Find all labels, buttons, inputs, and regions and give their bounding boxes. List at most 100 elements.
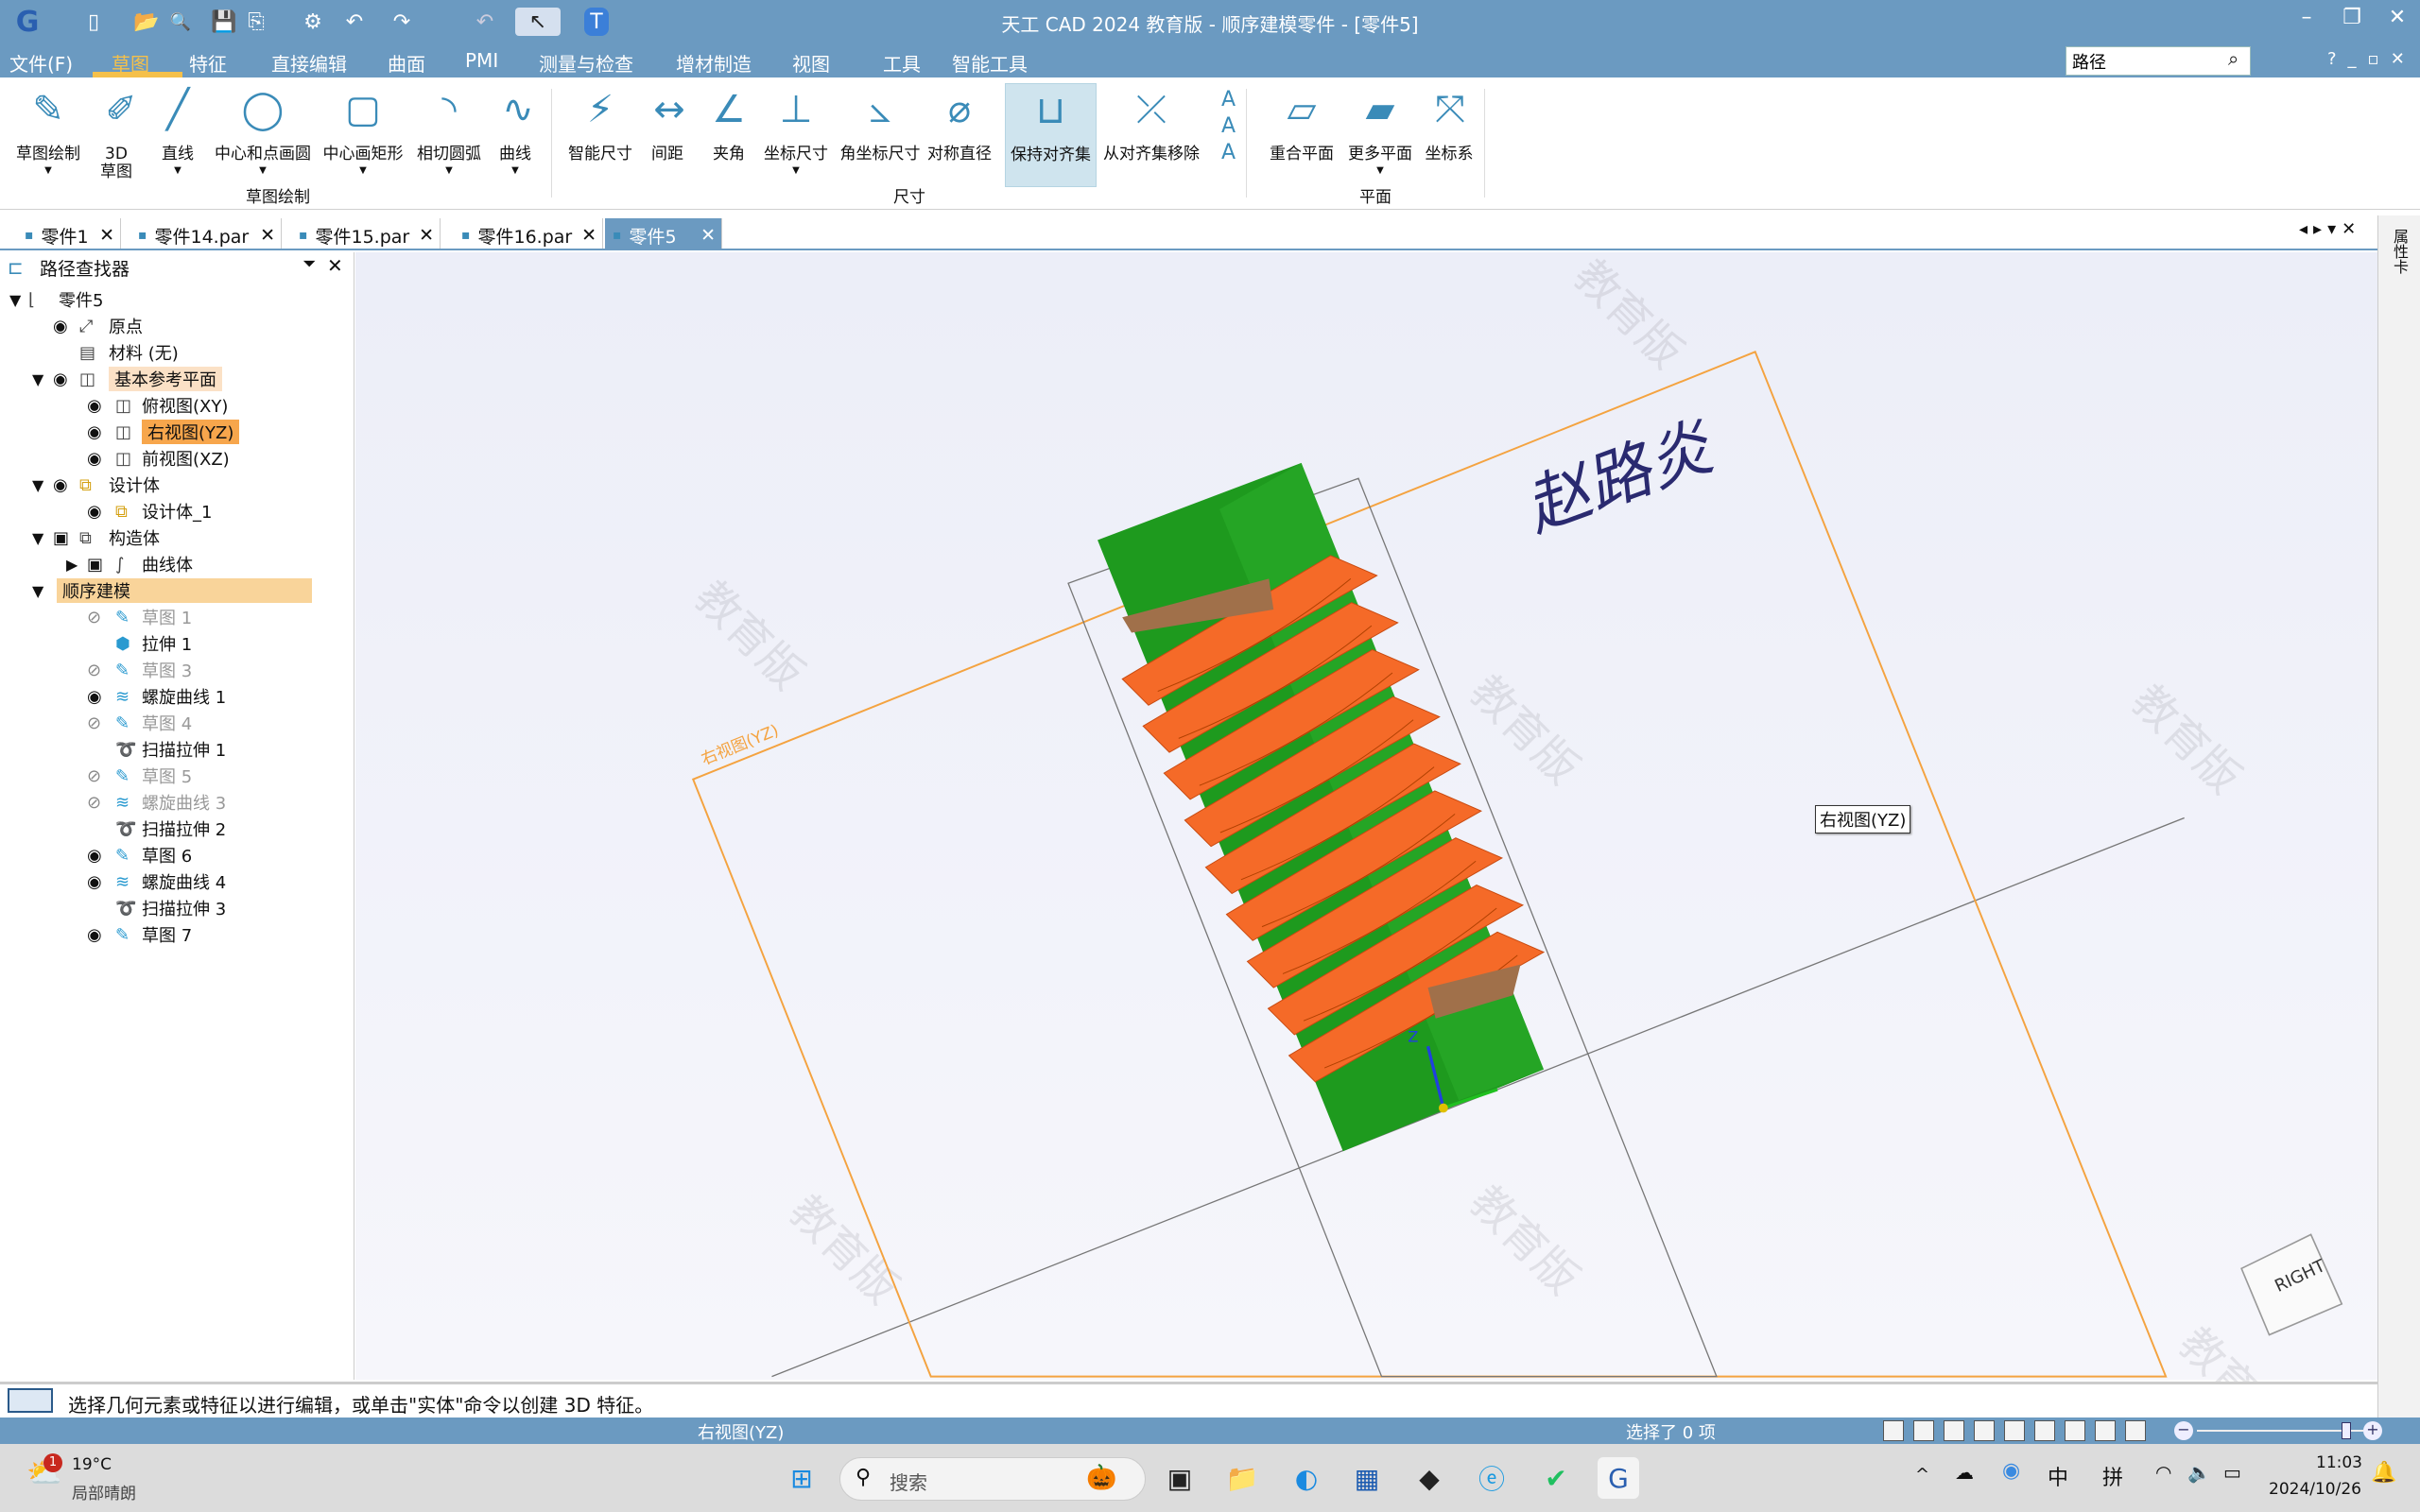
expander-open-icon[interactable]: ▼ <box>32 476 43 494</box>
restore-button[interactable]: ❐ <box>2333 6 2371 29</box>
tab-close-icon[interactable]: ✕ <box>419 225 434 246</box>
tab-close-icon[interactable]: ✕ <box>700 225 716 246</box>
store-icon[interactable]: ▦ <box>1346 1457 1388 1499</box>
eye-icon[interactable]: ◉ <box>87 872 102 892</box>
clock-time[interactable]: 11:03 <box>2316 1453 2362 1472</box>
view-tool-button[interactable] <box>1974 1420 1995 1441</box>
tab-2[interactable]: ▪ 零件15.par ✕ <box>291 218 441 249</box>
zoom-slider-thumb[interactable] <box>2342 1422 2352 1439</box>
ribbon-button-keep-alignment[interactable]: ⊔ 保持对齐集 <box>1005 83 1097 187</box>
tree-item[interactable]: ◉ ≋ 螺旋曲线 4 <box>0 868 350 895</box>
ribbon-button-symmetric-diameter[interactable]: ⌀ 对称直径 <box>926 83 993 163</box>
view-tool-button[interactable] <box>2065 1420 2085 1441</box>
ribbon-button-distance[interactable]: ↔ 间距 <box>643 83 692 163</box>
tree-item[interactable]: ▼ ◉ ◫ 基本参考平面 <box>0 366 350 392</box>
eye-hidden-icon[interactable]: ⊘ <box>87 713 101 733</box>
ime-pinyin[interactable]: 拼 <box>2102 1461 2123 1491</box>
tab-3[interactable]: ▪ 零件16.par ✕ <box>454 218 603 249</box>
tree-item[interactable]: ◉ ✎ 草图 6 <box>0 842 350 868</box>
eye-icon[interactable]: ◉ <box>87 846 102 866</box>
tree-item[interactable]: ⊘ ✎ 草图 4 <box>0 710 350 736</box>
ribbon-button-angular-coordinate[interactable]: ⦣ 角坐标尺寸 <box>838 83 923 163</box>
ribbon-button-angle[interactable]: ∠ 夹角 <box>700 83 758 163</box>
ribbon-button-coincident-plane[interactable]: ▱ 重合平面 <box>1267 83 1337 163</box>
tree-item[interactable]: ▼ 顺序建模 <box>0 577 350 604</box>
tree-item[interactable]: ◉ ◫ 右视图(YZ) <box>0 419 350 445</box>
menu-6[interactable]: 测量与检查 <box>539 49 633 77</box>
ribbon-button-remove-alignment[interactable]: ⤫ 从对齐集移除 <box>1098 83 1204 163</box>
property-card-tab[interactable]: 属性卡 <box>2388 229 2411 274</box>
tree-item[interactable]: ▼ ⌊ 零件5 <box>0 286 350 313</box>
eye-icon[interactable]: ◉ <box>87 687 102 707</box>
menu-7[interactable]: 增材制造 <box>676 49 752 77</box>
tree-item[interactable]: ◉ ◫ 俯视图(XY) <box>0 392 350 419</box>
view-tool-button[interactable] <box>2034 1420 2055 1441</box>
tree-item[interactable]: ⊘ ✎ 草图 1 <box>0 604 350 630</box>
ribbon-button-arc[interactable]: ◝ 相切圆弧 ▼ <box>408 83 490 176</box>
3d-viewport[interactable]: 教育版 教育版 教育版 教育版 教育版 教育版 教育版 <box>355 249 2377 1446</box>
tree-item[interactable]: ⬢ 拉伸 1 <box>0 630 350 657</box>
tab-0[interactable]: ▪ 零件1 ✕ <box>17 218 121 249</box>
tab-close-icon[interactable]: ✕ <box>99 225 114 246</box>
notification-bell-icon[interactable]: 🔔 <box>2371 1461 2396 1485</box>
view-tool-button[interactable] <box>1913 1420 1934 1441</box>
close-button[interactable]: ✕ <box>2378 6 2416 29</box>
tree-item[interactable]: ▶ ▣ ∫ 曲线体 <box>0 551 350 577</box>
edge-icon[interactable]: ◐ <box>1286 1457 1327 1499</box>
plane-tag[interactable]: 右视图(YZ) <box>1815 805 1911 833</box>
menu-9[interactable]: 工具 <box>883 49 921 77</box>
tree-item[interactable]: ➰ 扫描拉伸 3 <box>0 895 350 921</box>
eye-icon[interactable]: ◉ <box>87 449 102 469</box>
eye-hidden-icon[interactable]: ⊘ <box>87 766 101 786</box>
tree-item[interactable]: ▤ 材料 (无) <box>0 339 350 366</box>
tree-item[interactable]: ◉ ◫ 前视图(XZ) <box>0 445 350 472</box>
tab-nav-controls[interactable]: ◂▸▾✕ <box>2299 219 2361 239</box>
view-tool-button[interactable] <box>1944 1420 1964 1441</box>
dropdown-arrow-icon[interactable]: ▼ <box>756 165 836 176</box>
tab-close-icon[interactable]: ✕ <box>260 225 275 246</box>
tree-item[interactable]: ◉ ✎ 草图 7 <box>0 921 350 948</box>
expander-closed-icon[interactable]: ▶ <box>66 556 78 574</box>
ribbon-button-circle[interactable]: ◯ 中心和点画圆 ▼ <box>210 83 316 176</box>
tree-item[interactable]: ◉ ≋ 螺旋曲线 1 <box>0 683 350 710</box>
search-input[interactable] <box>2066 46 2251 76</box>
browser-icon[interactable]: ⓔ <box>1471 1457 1512 1499</box>
ribbon-button-coordinate-dimension[interactable]: ⊥ 坐标尺寸 ▼ <box>756 83 836 176</box>
tree-item[interactable]: ➰ 扫描拉伸 1 <box>0 736 350 763</box>
view-tool-button[interactable] <box>2125 1420 2146 1441</box>
ribbon-button-line[interactable]: ╱ 直线 ▼ <box>151 83 204 176</box>
panel-close-icon[interactable]: ✕ <box>327 254 343 277</box>
eye-icon[interactable]: ◉ <box>53 475 68 495</box>
expander-open-icon[interactable]: ▼ <box>32 582 43 600</box>
dropdown-arrow-icon[interactable]: ▼ <box>492 165 539 176</box>
ribbon-button-coordinate-system[interactable]: ⤧ 坐标系 <box>1424 83 1475 163</box>
eye-hidden-icon[interactable]: ⊘ <box>87 661 101 680</box>
eye-icon[interactable]: ◉ <box>87 502 102 522</box>
ribbon-button-more-planes[interactable]: ▰ 更多平面 ▼ <box>1340 83 1420 176</box>
battery-icon[interactable]: ▭ <box>2223 1461 2241 1484</box>
view-tool-button[interactable] <box>1883 1420 1904 1441</box>
eye-icon[interactable]: ◉ <box>53 317 68 336</box>
view-tool-button[interactable] <box>2095 1420 2116 1441</box>
menu-0[interactable]: 文件(F) <box>9 49 73 77</box>
view-tool-button[interactable] <box>2004 1420 2025 1441</box>
expander-open-icon[interactable]: ▼ <box>32 529 43 547</box>
file-explorer-icon[interactable]: 📁 <box>1221 1457 1263 1499</box>
tree-item[interactable]: ▼ ▣ ⧉ 构造体 <box>0 524 350 551</box>
tree-item[interactable]: ◉ ⤢ 原点 <box>0 313 350 339</box>
dropdown-arrow-icon[interactable]: ▼ <box>13 165 83 176</box>
onedrive-icon[interactable]: ☁ <box>1955 1461 1974 1484</box>
tray-expand-icon[interactable]: ^ <box>1915 1465 1929 1485</box>
eye-hidden-icon[interactable]: ⊘ <box>87 608 101 627</box>
tree-item[interactable]: ▼ ◉ ⧉ 设计体 <box>0 472 350 498</box>
dropdown-arrow-icon[interactable]: ▼ <box>151 165 204 176</box>
tree-item[interactable]: ⊘ ✎ 草图 5 <box>0 763 350 789</box>
wechat-icon[interactable]: ✔ <box>1535 1457 1577 1499</box>
tab-1[interactable]: ▪ 零件14.par ✕ <box>130 218 282 249</box>
expander-open-icon[interactable]: ▼ <box>9 291 21 309</box>
zoom-out-button[interactable]: − <box>2174 1421 2193 1440</box>
tiangong-cad-icon[interactable]: G <box>1598 1457 1639 1499</box>
eye-hidden-icon[interactable]: ⊘ <box>87 793 101 813</box>
tab-close-icon[interactable]: ✕ <box>581 225 596 246</box>
eye-icon[interactable]: ◉ <box>53 369 68 389</box>
